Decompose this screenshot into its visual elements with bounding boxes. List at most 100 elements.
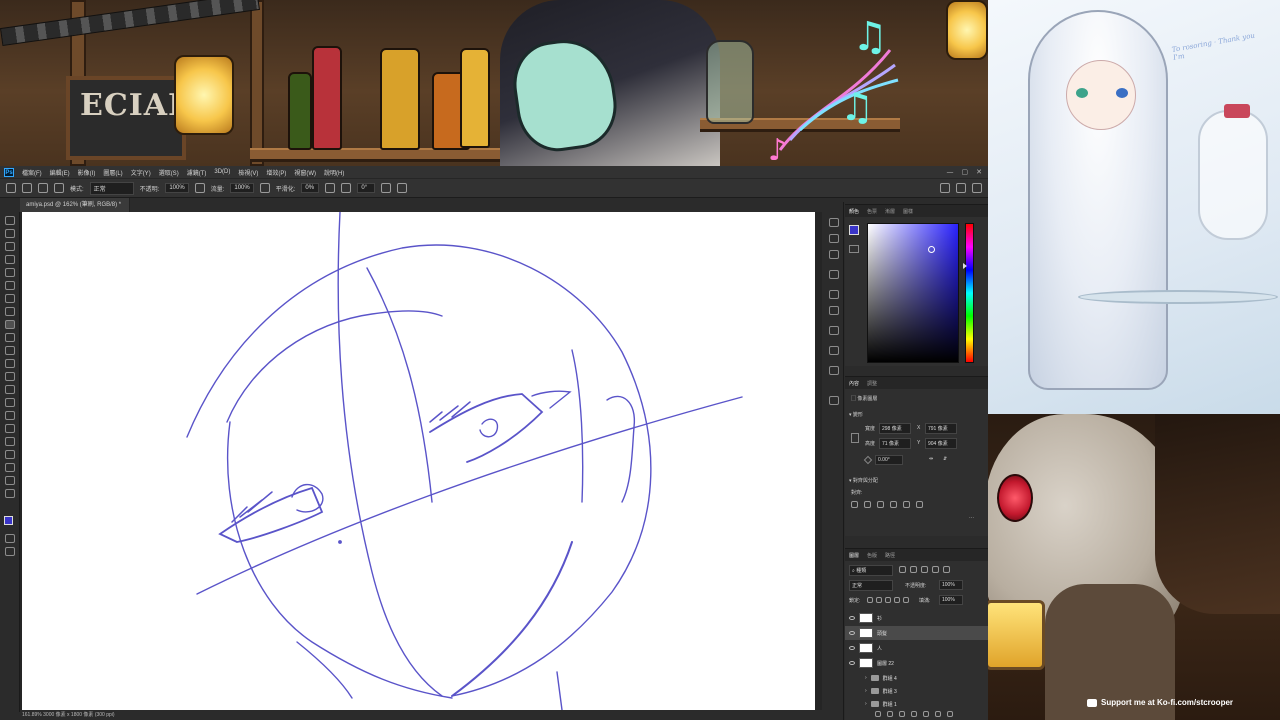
align-section-header[interactable]: ▾ 對齊與分配 — [849, 477, 878, 484]
trash-icon[interactable] — [947, 711, 953, 717]
share-icon[interactable] — [972, 183, 982, 193]
tab-paths[interactable]: 路徑 — [885, 552, 895, 559]
align-bottom-icon[interactable] — [916, 501, 923, 508]
menu-image[interactable]: 影像(I) — [78, 168, 96, 177]
kofi-link[interactable]: Support me at Ko-fi.com/stcrooper — [1087, 698, 1233, 707]
lasso-tool-icon[interactable] — [5, 242, 15, 251]
opacity-field[interactable]: 100% — [165, 183, 189, 193]
menu-help[interactable]: 說明(H) — [324, 168, 344, 177]
tab-swatches[interactable]: 色票 — [867, 208, 877, 215]
menu-edit[interactable]: 編輯(E) — [50, 168, 70, 177]
menu-layer[interactable]: 圖層(L) — [103, 168, 122, 177]
align-middle-icon[interactable] — [903, 501, 910, 508]
type-tool-icon[interactable] — [5, 424, 15, 433]
menu-view[interactable]: 檢視(V) — [238, 168, 258, 177]
eraser-tool-icon[interactable] — [5, 359, 15, 368]
document-tab[interactable]: amiya.psd @ 162% (筆刷, RGB/8) * — [20, 198, 130, 212]
pressure-opacity-icon[interactable] — [194, 183, 205, 193]
clone-stamp-tool-icon[interactable] — [5, 333, 15, 342]
frame-tool-icon[interactable] — [5, 281, 15, 290]
layer-row[interactable]: 衫 — [845, 611, 988, 625]
menu-filter[interactable]: 濾鏡(T) — [187, 168, 207, 177]
layer-opacity-field[interactable]: 100% — [939, 580, 963, 590]
layer-row[interactable]: 圖層 22 — [845, 656, 988, 670]
pen-tool-icon[interactable] — [5, 411, 15, 420]
brush-settings-panel-icon[interactable] — [829, 234, 839, 243]
path-selection-tool-icon[interactable] — [5, 437, 15, 446]
x-position-field[interactable]: 791 像素 — [925, 423, 957, 434]
close-button[interactable]: ✕ — [976, 168, 982, 176]
character-icon[interactable] — [829, 306, 839, 315]
fill-field[interactable]: 100% — [939, 595, 963, 605]
menu-plugins[interactable]: 增效(P) — [266, 168, 286, 177]
filter-smart-object-icon[interactable] — [943, 566, 950, 573]
more-options-icon[interactable]: ··· — [969, 515, 974, 521]
rotation-field[interactable]: 0.00° — [875, 455, 903, 465]
menu-window[interactable]: 視窗(W) — [294, 168, 316, 177]
move-tool-icon[interactable] — [5, 216, 15, 225]
tab-color[interactable]: 顏色 — [849, 208, 859, 215]
minimize-button[interactable]: — — [947, 168, 954, 176]
transform-section-header[interactable]: ▾ 變形 — [849, 411, 863, 418]
height-field[interactable]: 71 像素 — [879, 438, 911, 449]
y-position-field[interactable]: 904 像素 — [925, 438, 957, 449]
history-brush-tool-icon[interactable] — [5, 346, 15, 355]
tool-presets-icon[interactable] — [829, 366, 839, 375]
mode-select[interactable]: 正常 — [89, 181, 134, 195]
lock-artboard-icon[interactable] — [894, 597, 900, 603]
crop-tool-icon[interactable] — [5, 268, 15, 277]
dodge-tool-icon[interactable] — [5, 398, 15, 407]
gradient-tool-icon[interactable] — [5, 372, 15, 381]
lock-pixels-icon[interactable] — [876, 597, 882, 603]
screen-mode-icon[interactable] — [5, 547, 15, 556]
scissors-icon[interactable] — [829, 396, 839, 405]
filter-type-icon[interactable] — [921, 566, 928, 573]
align-top-icon[interactable] — [890, 501, 897, 508]
tab-adjustments[interactable]: 調整 — [867, 380, 877, 387]
smoothing-field[interactable]: 0% — [301, 183, 320, 193]
color-picker-cursor[interactable] — [928, 246, 935, 253]
align-right-icon[interactable] — [877, 501, 884, 508]
home-icon[interactable] — [6, 183, 16, 193]
layer-group-row[interactable]: › 群組 4 — [845, 671, 988, 685]
new-group-icon[interactable] — [923, 711, 929, 717]
chevron-right-icon[interactable]: › — [865, 675, 867, 681]
link-dimensions-icon[interactable] — [851, 433, 859, 443]
menu-type[interactable]: 文字(Y) — [131, 168, 151, 177]
chevron-right-icon[interactable]: › — [865, 701, 867, 707]
menu-file[interactable]: 檔案(F) — [22, 168, 42, 177]
glyphs-icon[interactable] — [829, 326, 839, 335]
flip-horizontal-icon[interactable]: ⇹ — [929, 456, 933, 462]
lock-all-icon[interactable] — [903, 597, 909, 603]
gear-icon[interactable] — [325, 183, 336, 193]
foreground-color-swatch[interactable] — [4, 516, 13, 525]
layer-filter-kind-select[interactable]: ⌕ 種類 — [849, 565, 893, 576]
link-layers-icon[interactable] — [875, 711, 881, 717]
layer-mask-icon[interactable] — [899, 711, 905, 717]
pressure-size-icon[interactable] — [381, 183, 392, 193]
width-field[interactable]: 298 像素 — [879, 423, 911, 434]
shape-tool-icon[interactable] — [5, 450, 15, 459]
symmetry-icon[interactable] — [397, 183, 408, 193]
navigator-icon[interactable] — [829, 346, 839, 355]
marquee-tool-icon[interactable] — [5, 229, 15, 238]
foreground-color-swatch[interactable] — [849, 225, 859, 235]
eye-icon[interactable] — [849, 616, 855, 620]
lock-transparency-icon[interactable] — [867, 597, 873, 603]
eyedropper-tool-icon[interactable] — [5, 294, 15, 303]
tab-properties[interactable]: 內容 — [849, 380, 859, 387]
hand-tool-icon[interactable] — [5, 463, 15, 472]
layer-row-selected[interactable]: 頭髮 — [845, 626, 988, 640]
brush-settings-icon[interactable] — [54, 183, 64, 193]
magic-wand-tool-icon[interactable] — [5, 255, 15, 264]
layer-row[interactable]: 人 — [845, 641, 988, 655]
chevron-right-icon[interactable]: › — [865, 688, 867, 694]
tab-gradients[interactable]: 漸層 — [885, 208, 895, 215]
layer-group-row[interactable]: › 群組 3 — [845, 684, 988, 698]
layer-group-row[interactable]: › 群組 1 — [845, 697, 988, 711]
tab-patterns[interactable]: 圖樣 — [903, 208, 913, 215]
eye-icon[interactable] — [849, 661, 855, 665]
healing-brush-tool-icon[interactable] — [5, 307, 15, 316]
libraries-icon[interactable] — [829, 270, 839, 279]
drawing-canvas[interactable] — [22, 212, 815, 710]
